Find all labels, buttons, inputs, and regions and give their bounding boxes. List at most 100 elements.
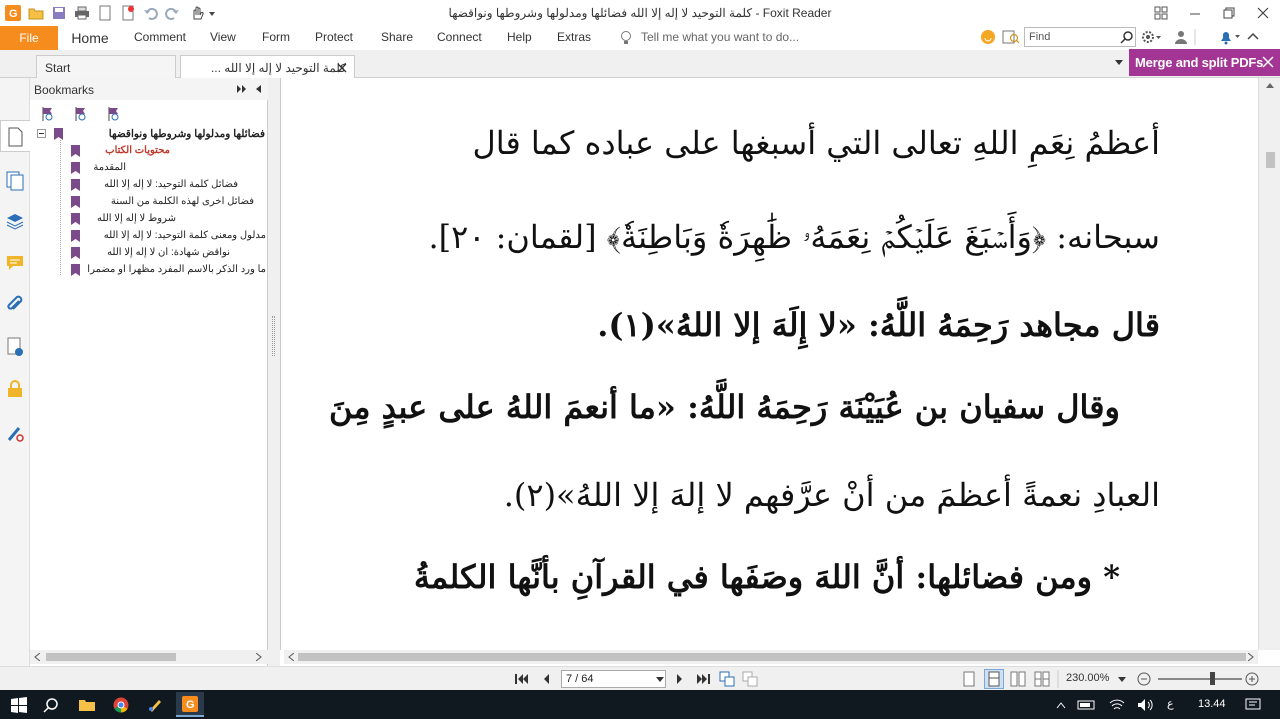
splitter-grip[interactable] — [272, 316, 275, 356]
vertical-scroll-thumb[interactable] — [1266, 152, 1275, 168]
wifi-icon[interactable] — [1106, 694, 1128, 716]
feedback-icon[interactable] — [980, 29, 996, 45]
bookmark-item[interactable]: مدلول ومعنى كلمة التوحيد: لا إله إلا الل… — [86, 230, 266, 241]
continuous-facing-view-icon[interactable] — [1034, 671, 1050, 687]
file-explorer-icon[interactable] — [76, 694, 98, 716]
volume-icon[interactable] — [1134, 694, 1156, 716]
last-page-icon[interactable] — [696, 673, 710, 685]
tab-home[interactable]: Home — [62, 26, 118, 50]
close-promo-icon[interactable] — [1262, 56, 1274, 68]
settings-gear-icon[interactable] — [1141, 30, 1163, 44]
svg-text:G: G — [186, 699, 195, 711]
paint-app-icon[interactable] — [144, 694, 166, 716]
expand-ribbon-icon[interactable] — [1246, 31, 1260, 43]
accessibility-icon[interactable] — [5, 422, 25, 444]
search-icon[interactable] — [40, 694, 62, 716]
bookmark-item[interactable]: شروط لا إله إلا الله — [86, 213, 176, 224]
tab-comment[interactable]: Comment — [134, 30, 186, 44]
tab-connect[interactable]: Connect — [437, 30, 482, 44]
notification-bell-icon[interactable] — [1218, 29, 1242, 45]
scroll-right-icon[interactable] — [1248, 653, 1254, 661]
merge-split-label: Merge and split PDFs — [1135, 55, 1264, 70]
zoom-in-icon[interactable] — [1245, 672, 1259, 686]
previous-view-icon[interactable] — [719, 671, 735, 687]
attachments-panel-icon[interactable] — [5, 294, 25, 316]
next-view-icon[interactable] — [742, 671, 758, 687]
tab-protect[interactable]: Protect — [315, 30, 353, 44]
tab-extras[interactable]: Extras — [557, 30, 591, 44]
minimize-icon[interactable] — [1178, 0, 1212, 26]
layers-panel-icon[interactable] — [5, 210, 25, 232]
scroll-right-icon[interactable] — [256, 653, 262, 661]
bookmarks-horizontal-scrollbar[interactable] — [30, 650, 268, 664]
tab-list-dropdown-icon[interactable] — [1114, 59, 1124, 67]
chrome-icon[interactable] — [110, 694, 132, 716]
tab-share[interactable]: Share — [381, 30, 413, 44]
show-hidden-icons-icon[interactable] — [1050, 694, 1072, 716]
tab-file[interactable]: File — [0, 26, 58, 50]
bookmark-item[interactable]: المقدمة — [86, 162, 126, 173]
tab-start[interactable]: Start — [36, 55, 176, 78]
bookmark-flag-icon — [71, 145, 80, 157]
bookmarks-scroll-thumb[interactable] — [46, 653, 176, 661]
facing-view-icon[interactable] — [1010, 671, 1026, 687]
action-center-icon[interactable] — [1242, 694, 1264, 716]
horizontal-scrollbar[interactable] — [284, 650, 1258, 664]
close-tab-icon[interactable] — [337, 63, 347, 73]
bookmark-item[interactable]: فضائل أخرى لهذه الكلمة من السنة — [86, 196, 254, 207]
document-view[interactable]: أعظمُ نِعَمِ اللهِ تعالى التي أسبغها على… — [280, 78, 1258, 650]
security-lock-icon[interactable] — [5, 378, 25, 400]
expand-panel-icon[interactable] — [236, 84, 248, 94]
tab-view[interactable]: View — [210, 30, 236, 44]
comments-panel-icon[interactable] — [5, 252, 25, 274]
user-icon[interactable] — [1174, 30, 1188, 44]
foxit-taskbar-icon[interactable]: G — [176, 692, 204, 717]
zoom-out-icon[interactable] — [1137, 672, 1151, 686]
continuous-view-icon[interactable] — [984, 669, 1004, 689]
restore-icon[interactable] — [1212, 0, 1246, 26]
previous-page-icon[interactable] — [541, 673, 551, 685]
input-language[interactable]: ع — [1167, 697, 1174, 710]
merge-split-promo-button[interactable]: Merge and split PDFs — [1129, 49, 1280, 76]
tell-me-input[interactable]: Tell me what you want to do... — [641, 30, 799, 44]
next-page-icon[interactable] — [675, 673, 685, 685]
zoom-slider-track[interactable] — [1158, 678, 1242, 680]
battery-icon[interactable] — [1076, 694, 1098, 716]
taskbar-clock[interactable]: 13.44 — [1198, 698, 1226, 710]
signature-panel-icon[interactable] — [5, 336, 25, 358]
zoom-slider-thumb[interactable] — [1210, 672, 1215, 685]
tab-current-document[interactable]: كلمة التوحيد لا إله إلا الله ... — [180, 55, 355, 78]
expand-bookmark-icon[interactable] — [73, 106, 87, 122]
page-dropdown-icon[interactable] — [656, 677, 664, 683]
divider-bar — [1193, 29, 1197, 45]
bookmark-options-icon[interactable] — [106, 106, 120, 122]
pages-panel-icon[interactable] — [5, 170, 25, 192]
page-number-field[interactable]: 7 / 64 — [561, 670, 666, 688]
ribbon-layout-icon[interactable] — [1144, 0, 1178, 26]
close-window-icon[interactable] — [1246, 0, 1280, 26]
windows-start-icon[interactable] — [8, 694, 30, 716]
tab-help[interactable]: Help — [507, 30, 532, 44]
bookmark-root[interactable]: فضائلها ومدلولها وشروطها ونواقضها — [30, 128, 265, 140]
collapse-panel-icon[interactable] — [254, 84, 262, 94]
search-icon[interactable] — [1120, 30, 1134, 44]
tab-form[interactable]: Form — [262, 30, 290, 44]
bookmark-item[interactable]: فضائل كلمة التوحيد: لا إله إلا الله — [86, 179, 238, 190]
scroll-left-icon[interactable] — [34, 653, 40, 661]
add-bookmark-icon[interactable] — [40, 106, 54, 122]
bookmarks-panel-icon[interactable] — [5, 126, 25, 148]
bookmark-flag-icon — [71, 162, 80, 174]
scroll-left-icon[interactable] — [288, 653, 294, 661]
horizontal-scroll-thumb[interactable] — [298, 653, 1246, 661]
bookmark-item[interactable]: ما ورد الذكر بالاسم المفرد مظهرا أو مضمر… — [86, 264, 266, 275]
panel-splitter[interactable] — [268, 78, 280, 667]
find-options-icon[interactable] — [1002, 29, 1020, 45]
zoom-level[interactable]: 230.00% — [1066, 672, 1109, 684]
single-page-view-icon[interactable] — [962, 671, 976, 687]
zoom-dropdown-icon[interactable] — [1118, 677, 1126, 683]
vertical-scrollbar[interactable] — [1258, 78, 1280, 650]
bookmark-item[interactable]: محتويات الكتاب — [86, 145, 170, 156]
scroll-up-icon[interactable] — [1266, 82, 1274, 88]
first-page-icon[interactable] — [515, 673, 529, 685]
bookmark-item[interactable]: نواقض شهادة: أن لا إله إلا الله — [86, 247, 230, 258]
